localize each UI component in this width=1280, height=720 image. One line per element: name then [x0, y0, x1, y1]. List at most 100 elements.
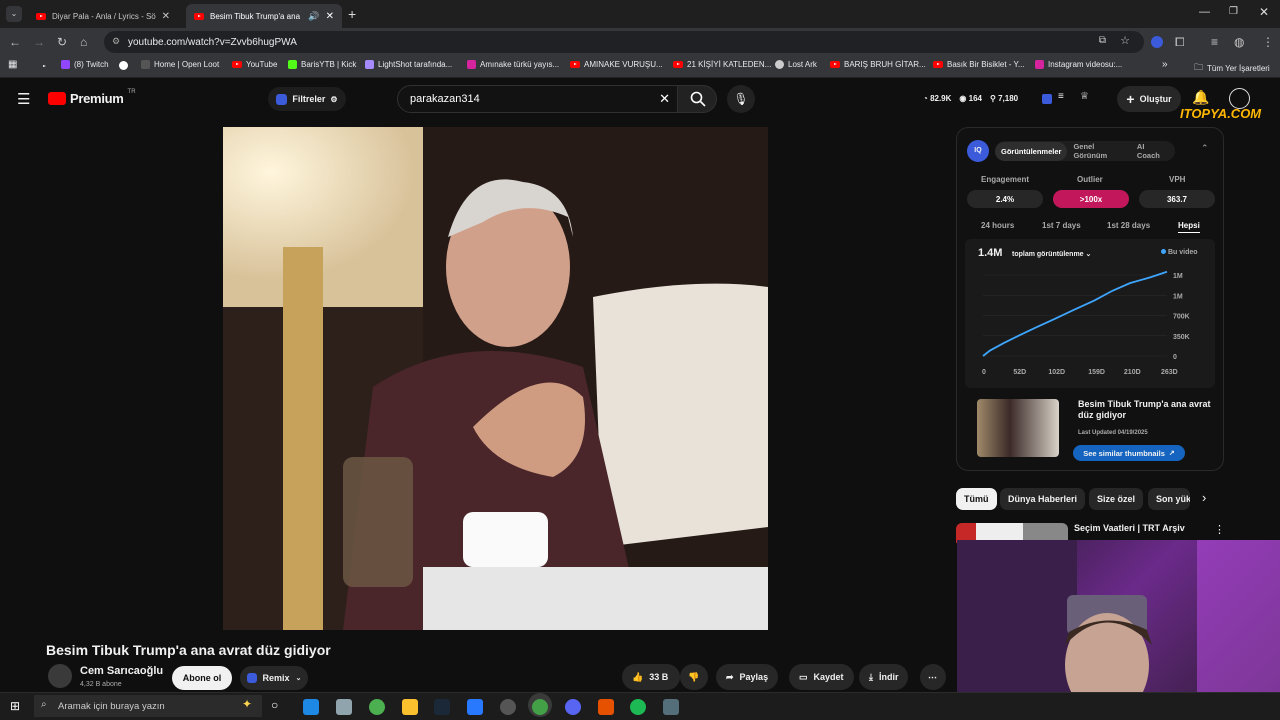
task-view-icon[interactable]: ○	[271, 698, 278, 712]
all-bookmarks-folder[interactable]: 🗀 Tüm Yer İşaretleri	[1194, 60, 1270, 76]
more-actions-button[interactable]: ⋯	[920, 664, 946, 690]
chips-next-chevron-icon[interactable]: ›	[1202, 490, 1206, 505]
menu-dots-icon[interactable]: ⋮	[1262, 35, 1274, 49]
bookmark-instagram-2[interactable]: Instagram videosu:...	[1035, 60, 1122, 69]
tab-search-button[interactable]: ⌄	[6, 6, 22, 22]
bookmark-lost-ark[interactable]: Lost Ark	[775, 60, 817, 69]
taskbar-spotify-icon[interactable]	[630, 699, 646, 715]
iq-icon	[276, 93, 288, 105]
media-controls-icon[interactable]: ≡	[1211, 35, 1218, 49]
trophy-icon[interactable]: ♕	[1080, 91, 1089, 102]
address-bar[interactable]: ⚙ youtube.com/watch?v=Zvvb6hugPWA ⧉ ☆	[104, 31, 1144, 53]
tab-ai-coach[interactable]: AI Coach	[1125, 137, 1175, 165]
bookmark-openloot[interactable]: Home | Open Loot	[141, 60, 219, 69]
chip-recent[interactable]: Son yük	[1148, 488, 1190, 510]
channel-avatar[interactable]	[48, 664, 72, 688]
subscribe-button[interactable]: Abone ol	[172, 666, 232, 690]
save-button[interactable]: ▭ Kaydet	[789, 664, 854, 690]
bookmark-instagram-1[interactable]: Amınake türkü yayıs...	[467, 60, 559, 69]
taskbar-calculator-icon[interactable]	[663, 699, 679, 715]
profile-icon[interactable]: ◍	[1234, 35, 1244, 49]
dislike-button[interactable]: 👎	[680, 664, 708, 690]
remix-button[interactable]: Remix ⌄	[240, 666, 308, 690]
range-all[interactable]: Hepsi	[1178, 221, 1200, 233]
extension-icon[interactable]	[1151, 36, 1163, 48]
chip-all[interactable]: Tümü	[956, 488, 997, 510]
hamburger-menu-icon[interactable]: ☰	[17, 90, 30, 108]
taskbar-chrome-icon[interactable]	[369, 699, 385, 715]
bookmark-21-kisi[interactable]: 21 KİŞİYİ KATLEDEN...	[673, 60, 771, 69]
close-tab-icon[interactable]: ✕	[326, 11, 334, 22]
download-button[interactable]: ⤓ İndir	[859, 664, 909, 690]
video-thumbnail[interactable]	[977, 399, 1059, 457]
more-bookmarks-chevron-icon[interactable]: »	[1162, 59, 1168, 70]
taskbar-app-store-icon[interactable]	[336, 699, 352, 715]
bookmark-baris-gitar[interactable]: BARIŞ BRUH GİTAR...	[830, 60, 926, 69]
bookmark-lightshot[interactable]: LightShot tarafında...	[365, 60, 452, 69]
windows-start-icon[interactable]: ⊞	[10, 699, 20, 713]
search-input[interactable]: parakazan314 ✕	[397, 85, 681, 113]
search-button[interactable]	[677, 85, 717, 113]
create-button[interactable]: + Oluştur	[1117, 86, 1181, 112]
range-28d[interactable]: 1st 28 days	[1107, 221, 1150, 230]
apps-grid-icon[interactable]: ▦	[8, 59, 17, 70]
forward-icon[interactable]: →	[33, 35, 45, 49]
bookmark-star-icon[interactable]: ☆	[1120, 34, 1130, 47]
range-24h[interactable]: 24 hours	[981, 221, 1014, 230]
taskbar-app-blue-icon[interactable]	[467, 699, 483, 715]
clear-search-icon[interactable]: ✕	[659, 91, 670, 107]
views-line-chart: 1M 1M 700K 350K 0 0 52D 102D 159D 210D 263D	[982, 270, 1190, 376]
restore-icon[interactable]: ❐	[1229, 6, 1238, 17]
home-icon[interactable]: ⌂	[80, 35, 87, 49]
chip-world-news[interactable]: Dünya Haberleri	[1000, 488, 1086, 510]
like-button[interactable]: 👍 33 B	[622, 664, 680, 690]
reload-icon[interactable]: ↻	[57, 35, 67, 49]
bookmark-youtube[interactable]: YouTube	[232, 60, 277, 69]
range-7d[interactable]: 1st 7 days	[1042, 221, 1081, 230]
chip-for-you[interactable]: Size özel	[1089, 488, 1144, 510]
close-tab-icon[interactable]: ✕	[162, 11, 170, 22]
minimize-icon[interactable]: —	[1199, 6, 1210, 18]
taskbar-app-orange-icon[interactable]	[598, 699, 614, 715]
notifications-bell-icon[interactable]: 🔔	[1192, 89, 1209, 106]
lost-ark-icon	[775, 60, 784, 69]
filters-button[interactable]: Filtreler ⚙	[268, 87, 346, 111]
taskbar-search[interactable]: ⌕ Aramak için buraya yazın ✦	[34, 695, 262, 717]
taskbar-discord-icon[interactable]	[565, 699, 581, 715]
youtube-premium-logo[interactable]: Premium TR	[48, 89, 136, 106]
sort-icon[interactable]: ≡	[1058, 91, 1064, 102]
recommendation-title[interactable]: Seçim Vaatleri | TRT Arşiv	[1074, 523, 1185, 533]
install-app-icon[interactable]: ⧉	[1099, 35, 1106, 46]
video-player[interactable]	[223, 127, 768, 630]
new-tab-button[interactable]: +	[348, 6, 356, 22]
google-icon[interactable]	[119, 61, 128, 70]
taskbar-steam-icon[interactable]	[434, 699, 450, 715]
channel-name[interactable]: Cem Sarıcaoğlu	[80, 665, 163, 677]
tab-views[interactable]: Görüntülenmeler	[995, 141, 1068, 161]
tab-overview[interactable]: Genel Görünüm	[1067, 137, 1124, 165]
taskbar-explorer-icon[interactable]	[402, 699, 418, 715]
taskbar-app-dark-icon[interactable]	[500, 699, 516, 715]
taskbar-app-vpn-icon[interactable]	[303, 699, 319, 715]
collapse-chevron-icon[interactable]: ⌃	[1201, 143, 1209, 154]
site-info-icon[interactable]: ⚙	[112, 36, 120, 47]
bookmark-aminake[interactable]: AMINAKE VURUŞU...	[570, 60, 663, 69]
bookmark-twitch[interactable]: (8) Twitch	[61, 60, 109, 69]
extensions-puzzle-icon[interactable]: ⧠	[1175, 35, 1185, 50]
taskbar-chrome-active-icon[interactable]	[532, 699, 548, 715]
back-icon[interactable]: ←	[9, 35, 21, 49]
speaker-icon[interactable]: 🔊	[308, 11, 319, 22]
voice-search-button[interactable]: 🎙	[727, 85, 755, 113]
tab-1[interactable]: Diyar Pala - Anla / Lyrics - Sözle ✕	[28, 4, 178, 28]
likes-value: 7,180	[998, 94, 1019, 103]
bookmark-kick[interactable]: BarisYTB | Kick	[288, 60, 356, 69]
microphone-icon: 🎙	[733, 92, 749, 106]
bookmark-bisiklet[interactable]: Basık Bir Bisiklet - Y...	[933, 60, 1025, 69]
close-window-icon[interactable]: ✕	[1259, 5, 1269, 19]
recommendation-menu-icon[interactable]: ⋮	[1214, 523, 1225, 536]
share-button[interactable]: ➦ Paylaş	[716, 664, 779, 690]
tab-2-active[interactable]: Besim Tibuk Trump'a ana avrat d 🔊 ✕	[186, 4, 342, 28]
see-similar-thumbnails-button[interactable]: See similar thumbnails ↗	[1073, 445, 1185, 461]
browser-toolbar: ← → ↻ ⌂ ⚙ youtube.com/watch?v=Zvvb6hugPW…	[0, 28, 1280, 56]
iq-extension-icon[interactable]	[1042, 94, 1052, 104]
